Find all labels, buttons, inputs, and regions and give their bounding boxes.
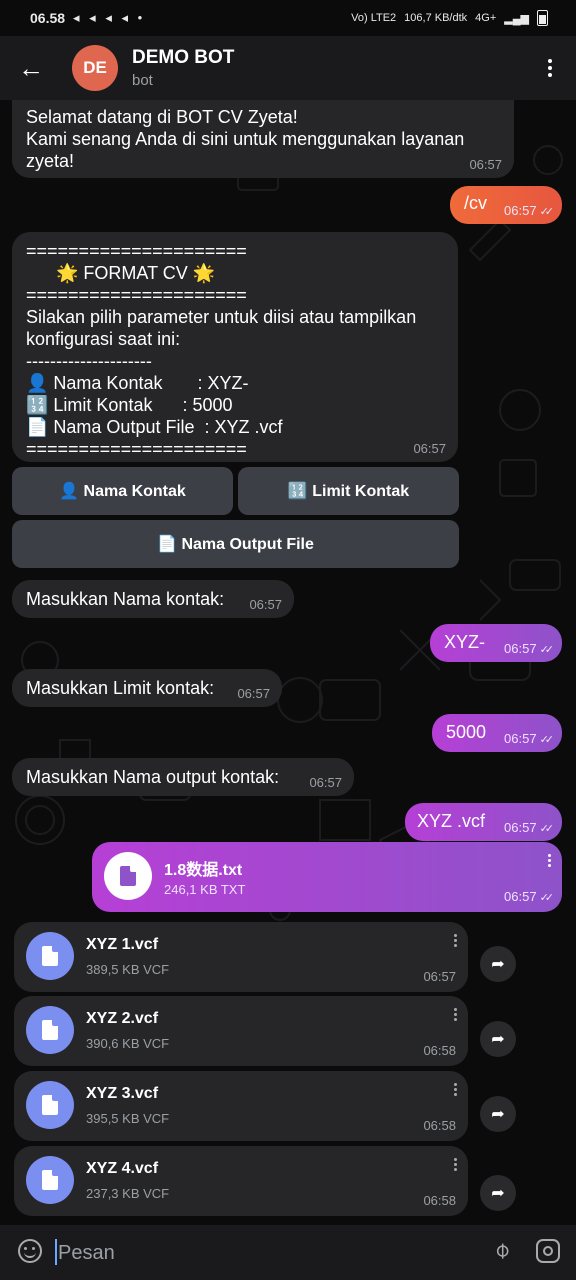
message-time-wrap: 06:57 ✓✓	[504, 889, 555, 904]
message-text: 5000	[446, 722, 487, 742]
document-icon[interactable]	[26, 932, 74, 980]
status-bar: 06.58 ◂ ◂ ◂ ◂ • Vo) LTE2 106,7 KB/dtk 4G…	[0, 0, 576, 36]
file-message[interactable]: XYZ 2.vcf 390,6 KB VCF 06:58	[14, 996, 468, 1066]
read-checks-icon: ✓✓	[539, 206, 555, 218]
message-input-bar: ⌀	[0, 1225, 576, 1280]
message-time-wrap: 06:57 ✓✓	[504, 641, 555, 656]
file-message[interactable]: XYZ 1.vcf 389,5 KB VCF 06:57	[14, 922, 468, 992]
sent-file-message[interactable]: 1.8数据.txt 246,1 KB TXT 06:57 ✓✓	[92, 842, 562, 912]
forward-icon[interactable]: ➦	[480, 1021, 516, 1057]
message-text: /cv	[464, 193, 488, 213]
message-time-wrap: 06:57 ✓✓	[504, 731, 555, 746]
message-text: Selamat datang di BOT CV Zyeta! Kami sen…	[26, 107, 465, 171]
reply-output-message: XYZ .vcf 06:57 ✓✓	[405, 803, 562, 841]
file-size: 237,3 KB VCF	[86, 1186, 170, 1201]
chat-subtitle: bot	[132, 72, 153, 89]
notification-icons: ◂ ◂ ◂ ◂ •	[73, 10, 146, 25]
chat-title-block[interactable]: DEMO BOT bot	[132, 47, 234, 89]
limit-kontak-button[interactable]: 🔢 Limit Kontak	[238, 467, 459, 515]
reply-name-message: XYZ- 06:57 ✓✓	[430, 624, 562, 662]
signal-label: 4G+	[475, 12, 497, 24]
message-text: Masukkan Nama kontak:	[26, 589, 225, 609]
read-checks-icon: ✓✓	[539, 644, 555, 656]
message-text: XYZ .vcf	[417, 811, 486, 831]
avatar[interactable]: DE	[72, 45, 118, 91]
document-icon[interactable]	[26, 1081, 74, 1129]
chat-title: DEMO BOT	[132, 47, 235, 68]
file-name: XYZ 2.vcf	[86, 1010, 159, 1027]
message-text: XYZ-	[444, 632, 486, 652]
message-text: Masukkan Nama output kontak:	[26, 767, 280, 787]
forward-icon[interactable]: ➦	[480, 946, 516, 982]
file-menu-icon[interactable]	[454, 1006, 458, 1023]
message-time: 06:57	[504, 731, 537, 746]
signal-bars-icon: ▂▄▆	[504, 12, 529, 25]
file-menu-icon[interactable]	[454, 1081, 458, 1098]
camera-icon[interactable]	[536, 1239, 560, 1263]
cv-command-message: /cv 06:57 ✓✓	[450, 186, 562, 224]
nama-kontak-button[interactable]: 👤 Nama Kontak	[12, 467, 233, 515]
file-size: 395,5 KB VCF	[86, 1111, 170, 1126]
file-name: XYZ 4.vcf	[86, 1160, 159, 1177]
more-options-icon[interactable]	[548, 56, 554, 80]
chat-header: ← DE DEMO BOT bot	[0, 36, 576, 100]
format-cv-message: ===================== 🌟 FORMAT CV 🌟 ====…	[12, 232, 458, 462]
file-message[interactable]: XYZ 4.vcf 237,3 KB VCF 06:58	[14, 1146, 468, 1216]
network-label: Vo) LTE2	[351, 12, 397, 24]
ask-name-message: Masukkan Nama kontak: 06:57	[12, 580, 294, 618]
message-text: ===================== 🌟 FORMAT CV 🌟 ====…	[26, 241, 417, 459]
message-time: 06:57	[504, 820, 537, 835]
message-time: 06:57	[309, 775, 342, 790]
status-time: 06.58	[30, 10, 66, 26]
speed-label: 106,7 KB/dtk	[404, 12, 468, 24]
file-menu-icon[interactable]	[548, 852, 552, 869]
read-checks-icon: ✓✓	[539, 734, 555, 746]
message-time-wrap: 06:57 ✓✓	[504, 820, 555, 835]
message-time: 06:57	[504, 203, 537, 218]
file-menu-icon[interactable]	[454, 1156, 458, 1173]
nama-output-file-button[interactable]: 📄 Nama Output File	[12, 520, 459, 568]
emoji-icon[interactable]	[18, 1239, 42, 1263]
message-text: Masukkan Limit kontak:	[26, 678, 215, 698]
message-time: 06:57	[413, 441, 446, 456]
file-name: XYZ 3.vcf	[86, 1085, 159, 1102]
document-icon[interactable]	[26, 1156, 74, 1204]
attach-icon[interactable]: ⌀	[487, 1236, 515, 1264]
message-time: 06:57	[469, 157, 502, 172]
message-time-wrap: 06:57 ✓✓	[504, 203, 555, 218]
message-time: 06:58	[423, 1193, 456, 1208]
document-icon[interactable]	[104, 852, 152, 900]
back-arrow-icon[interactable]: ←	[18, 53, 48, 84]
reply-limit-message: 5000 06:57 ✓✓	[432, 714, 562, 752]
file-size: 389,5 KB VCF	[86, 962, 170, 977]
forward-icon[interactable]: ➦	[480, 1096, 516, 1132]
file-size: 390,6 KB VCF	[86, 1036, 170, 1051]
battery-icon	[537, 10, 548, 26]
file-message[interactable]: XYZ 3.vcf 395,5 KB VCF 06:58	[14, 1071, 468, 1141]
message-time: 06:57	[237, 686, 270, 701]
read-checks-icon: ✓✓	[539, 823, 555, 835]
file-name: 1.8数据.txt	[164, 862, 243, 879]
message-time: 06:57	[423, 969, 456, 984]
message-time: 06:57	[249, 597, 282, 612]
message-time: 06:57	[504, 641, 537, 656]
file-size: 246,1 KB TXT	[164, 882, 246, 897]
message-input[interactable]	[56, 1236, 460, 1270]
ask-output-message: Masukkan Nama output kontak: 06:57	[12, 758, 354, 796]
message-time: 06:58	[423, 1118, 456, 1133]
welcome-message: Selamat datang di BOT CV Zyeta! Kami sen…	[12, 100, 514, 178]
read-checks-icon: ✓✓	[539, 892, 555, 904]
message-time: 06:58	[423, 1043, 456, 1058]
message-time: 06:57	[504, 889, 537, 904]
file-menu-icon[interactable]	[454, 932, 458, 949]
file-name: XYZ 1.vcf	[86, 936, 159, 953]
forward-icon[interactable]: ➦	[480, 1175, 516, 1211]
status-right-icons: Vo) LTE2 106,7 KB/dtk 4G+ ▂▄▆	[351, 10, 548, 26]
ask-limit-message: Masukkan Limit kontak: 06:57	[12, 669, 282, 707]
document-icon[interactable]	[26, 1006, 74, 1054]
